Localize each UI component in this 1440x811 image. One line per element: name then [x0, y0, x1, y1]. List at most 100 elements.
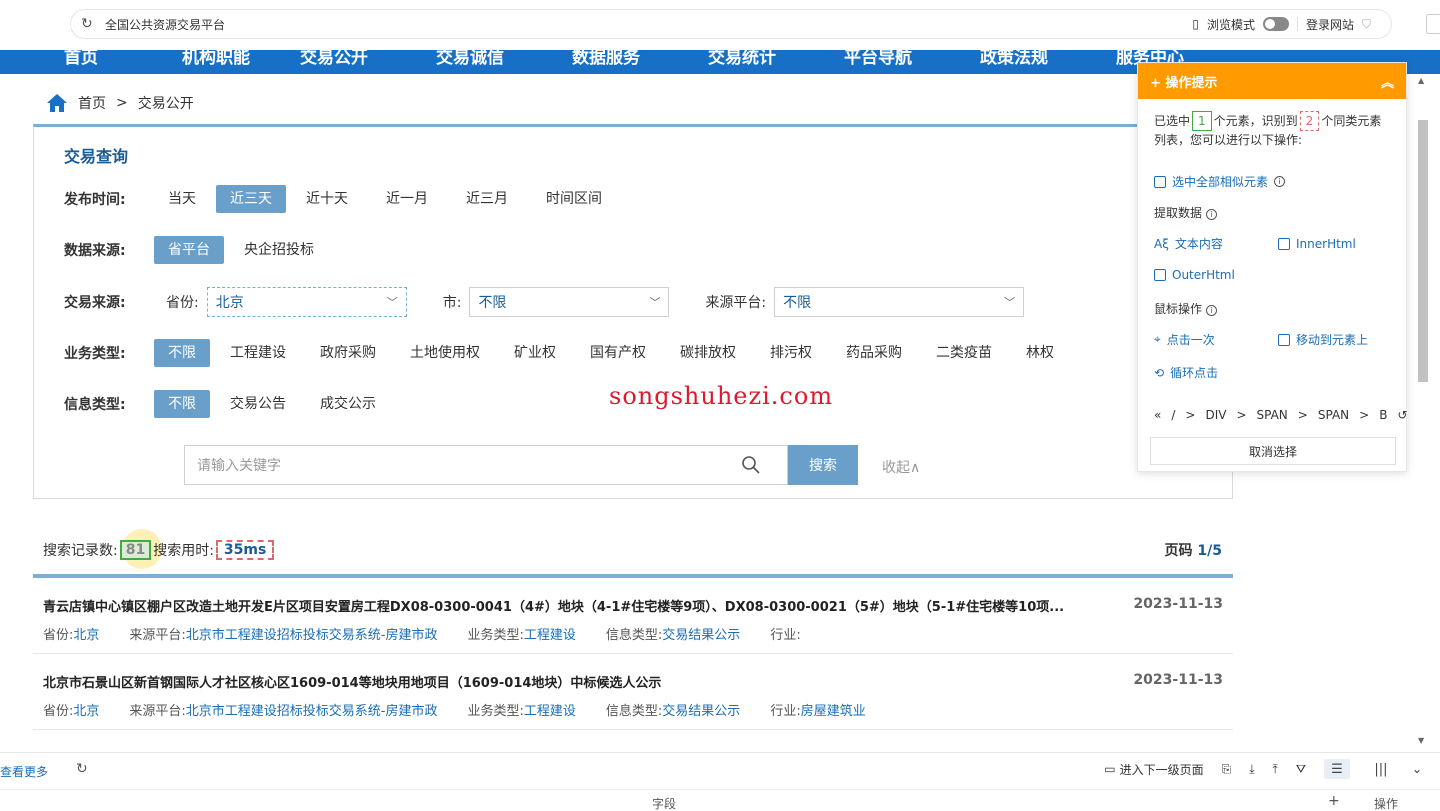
- nav-item-platform-nav[interactable]: 平台导航: [844, 50, 912, 68]
- chevron-down-icon[interactable]: ⌄: [1412, 762, 1422, 776]
- reader-icon[interactable]: ▯: [1192, 17, 1199, 31]
- publish-time-today[interactable]: 当天: [154, 185, 210, 213]
- filter-icon[interactable]: ⛛: [1296, 762, 1306, 777]
- industry-value[interactable]: 房屋建筑业: [801, 700, 866, 719]
- nav-item-data-service[interactable]: 数据服务: [572, 50, 640, 68]
- publish-time-10days[interactable]: 近十天: [292, 185, 362, 213]
- business-type-vaccine[interactable]: 二类疫苗: [922, 339, 1006, 367]
- path-back-icon[interactable]: «: [1154, 408, 1161, 422]
- publish-time-3days[interactable]: 近三天: [216, 185, 286, 213]
- business-type-state-property[interactable]: 国有产权: [576, 339, 660, 367]
- path-div[interactable]: DIV: [1205, 408, 1226, 422]
- data-source-soe[interactable]: 央企招投标: [230, 236, 328, 264]
- business-type-pollution[interactable]: 排污权: [756, 339, 826, 367]
- province-select[interactable]: 北京 ﹀: [206, 287, 407, 317]
- city-value: 不限: [478, 295, 507, 311]
- address-text[interactable]: 全国公共资源交易平台: [105, 16, 225, 33]
- path-sep: >: [1236, 408, 1247, 422]
- business-value[interactable]: 工程建设: [524, 700, 576, 719]
- collapse-link[interactable]: 收起∧: [882, 457, 920, 477]
- reload-icon[interactable]: ↻: [81, 16, 97, 32]
- export-icon[interactable]: ⎘: [1222, 762, 1232, 777]
- loop-click[interactable]: ⟲ 循环点击: [1154, 364, 1390, 381]
- move-to-element[interactable]: 移动到元素上: [1278, 331, 1368, 348]
- select-all-label: 选中全部相似元素: [1172, 175, 1269, 189]
- undo-icon[interactable]: ↺: [1397, 408, 1407, 422]
- nav-item-trade-credit[interactable]: 交易诚信: [436, 50, 504, 68]
- scroll-thumb[interactable]: [1418, 120, 1428, 382]
- extract-inner-html[interactable]: InnerHtml: [1278, 235, 1356, 252]
- time-value[interactable]: 35ms: [215, 540, 275, 560]
- page-scrollbar[interactable]: ▲ ▼: [1412, 76, 1440, 752]
- city-select[interactable]: 不限 ﹀: [469, 287, 670, 317]
- platform-value[interactable]: 北京市工程建设招标投标交易系统-房建市政: [186, 700, 438, 719]
- nav-item-policy[interactable]: 政策法规: [980, 50, 1048, 68]
- path-b[interactable]: B: [1379, 408, 1387, 422]
- info-icon[interactable]: i: [1205, 209, 1217, 220]
- province-value[interactable]: 北京: [73, 700, 99, 719]
- platform-value[interactable]: 北京市工程建设招标投标交易系统-房建市政: [186, 624, 438, 643]
- info-type-label: 信息类型:: [64, 397, 126, 413]
- publish-time-range[interactable]: 时间区间: [532, 185, 616, 213]
- info-type-any[interactable]: 不限: [154, 390, 210, 418]
- info-type-result[interactable]: 成交公示: [306, 390, 390, 418]
- column-view-icon[interactable]: |||: [1368, 759, 1394, 779]
- cancel-selection-button[interactable]: 取消选择: [1150, 437, 1396, 465]
- result-title[interactable]: 青云店镇中心镇区棚户区改造土地开发E片区项目安置房工程DX08-0300-004…: [43, 596, 1113, 615]
- nav-item-trade-public[interactable]: 交易公开: [300, 50, 368, 68]
- click-once[interactable]: ⌖ 点击一次: [1154, 331, 1278, 348]
- next-level-button[interactable]: ▭ 进入下一级页面: [1104, 761, 1203, 778]
- business-type-land[interactable]: 土地使用权: [396, 339, 494, 367]
- upload-icon[interactable]: ⤒: [1273, 762, 1278, 777]
- business-type-forest[interactable]: 林权: [1012, 339, 1068, 367]
- publish-time-3months[interactable]: 近三月: [452, 185, 522, 213]
- download-icon[interactable]: ⤓: [1249, 762, 1254, 777]
- search-input[interactable]: 请输入关键字: [184, 445, 788, 485]
- business-type-any[interactable]: 不限: [154, 339, 210, 367]
- path-root[interactable]: /: [1171, 408, 1175, 422]
- data-source-province[interactable]: 省平台: [154, 236, 224, 264]
- info-icon[interactable]: i: [1274, 176, 1286, 187]
- result-item[interactable]: 北京市石景山区新首钢国际人才社区核心区1609-014等地块用地项目（1609-…: [33, 672, 1233, 730]
- province-value[interactable]: 北京: [73, 624, 99, 643]
- breadcrumb-home[interactable]: 首页: [78, 93, 106, 113]
- business-value[interactable]: 工程建设: [524, 624, 576, 643]
- tips-header[interactable]: + 操作提示 ︽: [1138, 63, 1406, 99]
- home-icon[interactable]: [46, 93, 68, 113]
- business-type-procurement[interactable]: 政府采购: [306, 339, 390, 367]
- scroll-down-icon[interactable]: ▼: [1418, 736, 1424, 745]
- select-all-similar[interactable]: 选中全部相似元素 i: [1154, 173, 1390, 190]
- path-span[interactable]: SPAN: [1257, 408, 1288, 422]
- info-icon[interactable]: i: [1205, 305, 1217, 316]
- collapse-up-icon[interactable]: ︽: [1381, 72, 1394, 91]
- list-view-icon[interactable]: ☰: [1323, 759, 1350, 779]
- address-bar[interactable]: ↻ 全国公共资源交易平台 ▯ 浏览模式 登录网站 ⛉: [70, 9, 1392, 39]
- search-icon[interactable]: [741, 455, 761, 475]
- business-type-drugs[interactable]: 药品采购: [832, 339, 916, 367]
- sidebar-toggle[interactable]: [1426, 14, 1440, 34]
- nav-item-home[interactable]: 首页: [64, 50, 98, 68]
- publish-time-1month[interactable]: 近一月: [372, 185, 442, 213]
- refresh-icon[interactable]: ↻: [76, 761, 88, 777]
- extract-outer-html[interactable]: OuterHtml: [1154, 268, 1390, 282]
- browse-mode-toggle[interactable]: [1262, 17, 1289, 31]
- add-field-button[interactable]: +: [1328, 793, 1340, 809]
- scroll-up-icon[interactable]: ▲: [1418, 76, 1424, 85]
- info-type-notice[interactable]: 交易公告: [216, 390, 300, 418]
- business-type-mining[interactable]: 矿业权: [500, 339, 570, 367]
- result-item[interactable]: 青云店镇中心镇区棚户区改造土地开发E片区项目安置房工程DX08-0300-004…: [33, 596, 1233, 654]
- nav-item-functions[interactable]: 机构职能: [182, 50, 250, 68]
- count-value[interactable]: 81: [119, 540, 152, 560]
- result-title[interactable]: 北京市石景山区新首钢国际人才社区核心区1609-014等地块用地项目（1609-…: [43, 672, 1113, 691]
- search-button[interactable]: 搜索: [788, 445, 858, 485]
- path-span[interactable]: SPAN: [1318, 408, 1349, 422]
- info-value[interactable]: 交易结果公示: [662, 624, 740, 643]
- login-site-label[interactable]: 登录网站: [1306, 16, 1354, 33]
- view-more-link[interactable]: 查看更多: [0, 763, 48, 780]
- nav-item-trade-stats[interactable]: 交易统计: [708, 50, 776, 68]
- business-type-carbon[interactable]: 碳排放权: [666, 339, 750, 367]
- business-type-engineering[interactable]: 工程建设: [216, 339, 300, 367]
- platform-select[interactable]: 不限 ﹀: [774, 287, 1025, 317]
- extract-text[interactable]: Aξ 文本内容: [1154, 235, 1278, 252]
- info-value[interactable]: 交易结果公示: [662, 700, 740, 719]
